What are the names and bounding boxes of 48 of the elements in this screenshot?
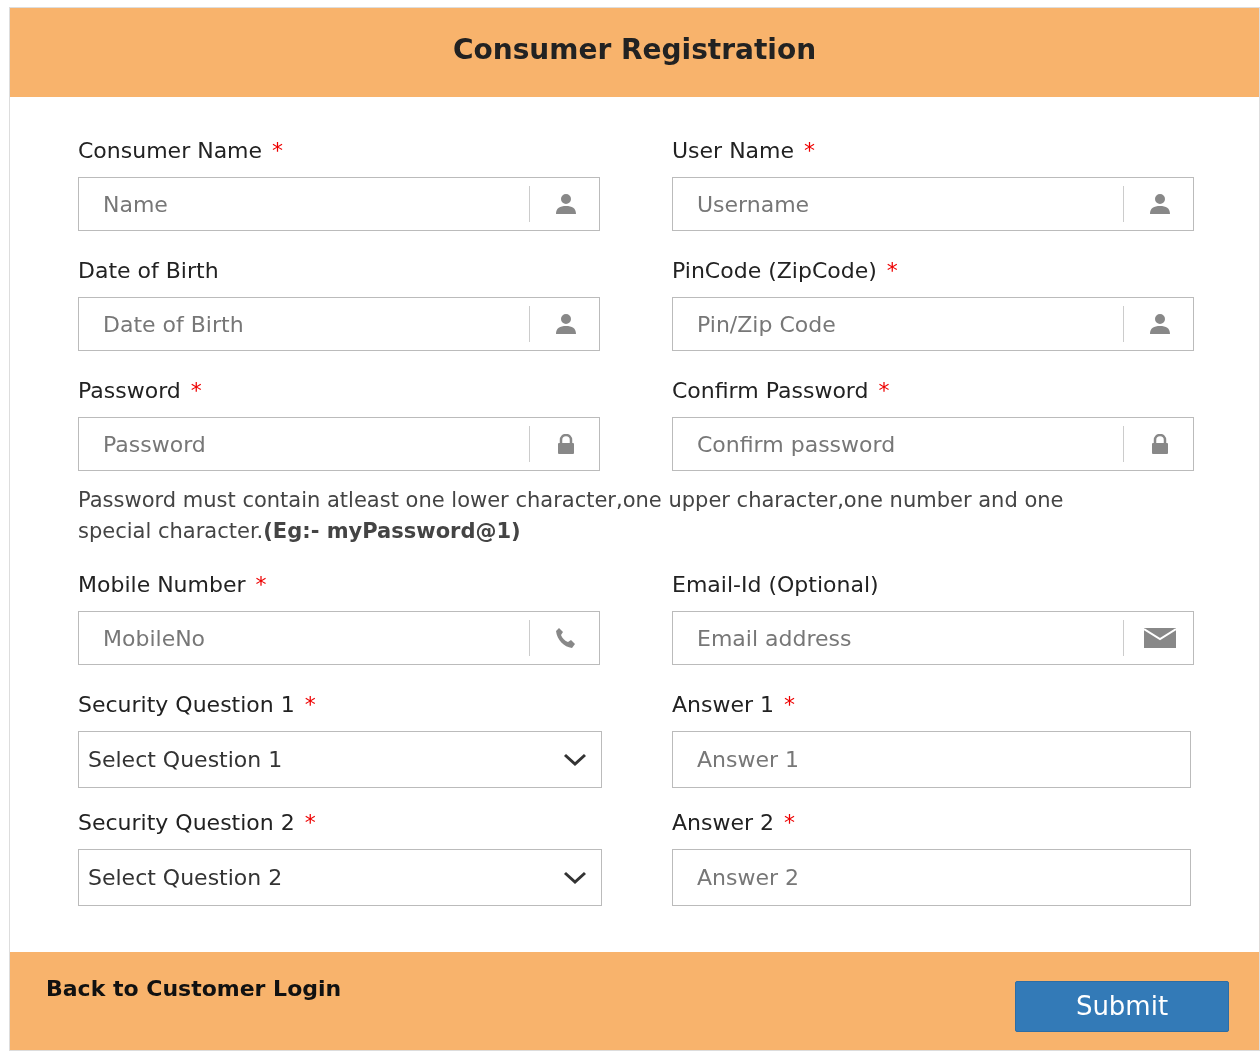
- phone-icon: [554, 627, 577, 649]
- answer-field[interactable]: Answer 2: [672, 849, 1191, 906]
- required-mark: *: [784, 809, 796, 837]
- required-mark: *: [784, 691, 796, 719]
- required-mark: *: [804, 137, 816, 165]
- user-icon: [1147, 313, 1172, 335]
- field-label: Security Question 1: [78, 691, 295, 719]
- input-field[interactable]: MobileNo: [78, 611, 600, 665]
- required-mark: *: [304, 691, 316, 719]
- question-dropdown[interactable]: Select Question 1: [78, 731, 602, 788]
- input-field[interactable]: Email address: [672, 611, 1194, 665]
- required-mark: *: [272, 137, 284, 165]
- question-dropdown[interactable]: Select Question 2: [78, 849, 602, 906]
- chevron-icon: [563, 752, 587, 767]
- field-label: Date of Birth: [78, 257, 219, 285]
- answer-field[interactable]: Answer 1: [672, 731, 1191, 788]
- input-field[interactable]: Pin/Zip Code: [672, 297, 1194, 351]
- field-label: Email-Id (Optional): [672, 571, 879, 599]
- user-icon: [1147, 193, 1172, 215]
- input-field[interactable]: Confirm password: [672, 417, 1194, 471]
- input-field[interactable]: Name: [78, 177, 600, 231]
- field-label: Answer 2: [672, 809, 775, 837]
- submit-button[interactable]: Submit: [1015, 981, 1229, 1032]
- password-hint: Password must contain atleast one lower character,one upper character,one number and one special character.(Eg:- myPassword@1): [78, 487, 1065, 545]
- field-label: Password: [78, 377, 181, 405]
- required-mark: *: [255, 571, 267, 599]
- required-mark: *: [190, 377, 202, 405]
- input-field[interactable]: Username: [672, 177, 1194, 231]
- input-field[interactable]: Password: [78, 417, 600, 471]
- required-mark: *: [886, 257, 898, 285]
- mail-icon: [1143, 628, 1176, 648]
- lock-icon: [1149, 434, 1170, 454]
- form-title: Consumer Registration: [452, 31, 817, 68]
- chevron-icon: [563, 870, 587, 885]
- required-mark: *: [304, 809, 316, 837]
- field-label: PinCode (ZipCode): [672, 257, 877, 285]
- input-field[interactable]: Date of Birth: [78, 297, 600, 351]
- field-label: User Name: [672, 137, 795, 165]
- user-icon: [553, 313, 578, 335]
- field-label: Security Question 2: [78, 809, 295, 837]
- lock-icon: [555, 434, 576, 454]
- field-label: Consumer Name: [78, 137, 263, 165]
- field-label: Confirm Password: [672, 377, 869, 405]
- field-label: Answer 1: [672, 691, 775, 719]
- required-mark: *: [878, 377, 890, 405]
- back-link[interactable]: Back to Customer Login: [46, 972, 342, 1005]
- user-icon: [553, 193, 578, 215]
- field-label: Mobile Number: [78, 571, 246, 599]
